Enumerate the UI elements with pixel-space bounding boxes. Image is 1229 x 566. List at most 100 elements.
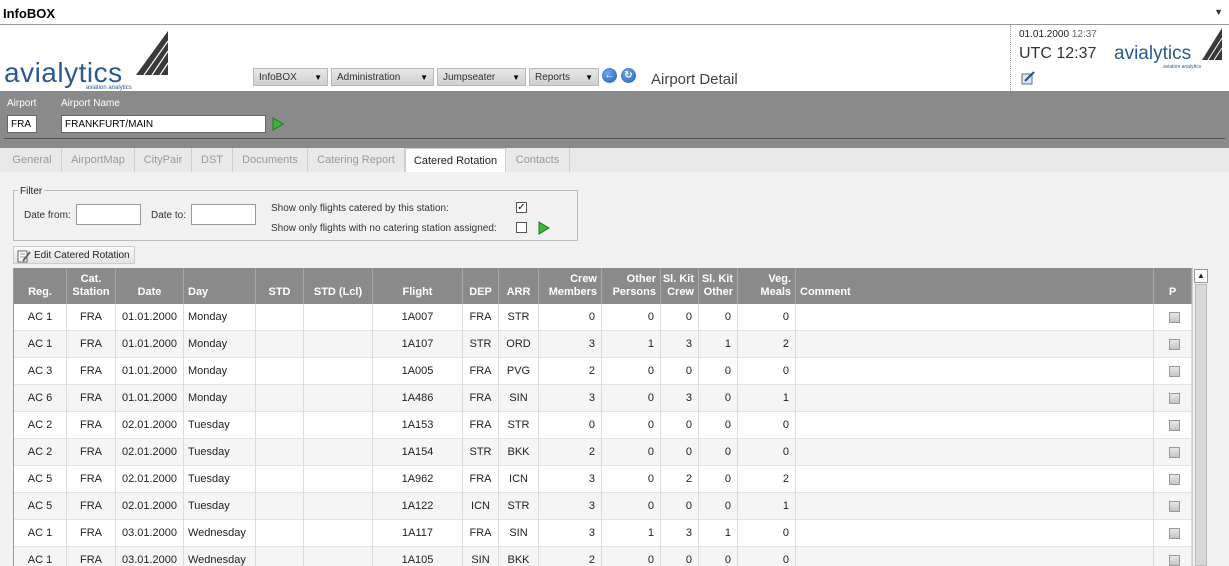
tab-catered-rotation[interactable]: Catered Rotation [405,148,506,172]
tab-dst[interactable]: DST [192,148,233,172]
table-row[interactable]: AC 5 FRA 02.01.2000 Tuesday 1A962 FRA ICN 3 0 2 0 2 [14,466,1192,493]
header-col-sl-kit-crew[interactable]: Sl. Kit Crew [661,268,699,304]
back-icon[interactable]: ← [602,68,617,83]
no-station-checkbox[interactable] [516,222,527,233]
header-col-comment[interactable]: Comment [796,268,1154,304]
tab-general[interactable]: General [3,148,62,172]
menu-reports[interactable]: Reports ▼ [529,68,599,86]
airport-name-input[interactable] [61,115,266,133]
edit-catered-rotation-button[interactable]: Edit Catered Rotation [13,246,135,264]
header-col-p[interactable]: P [1154,268,1192,304]
table-row[interactable]: AC 1 FRA 03.01.2000 Wednesday 1A105 SIN BKK 2 0 0… [14,547,1192,566]
cell-flight: 1A007 [373,304,463,331]
cell-crew-members: 2 [539,439,602,466]
table-row[interactable]: AC 2 FRA 02.01.2000 Tuesday 1A153 FRA STR 0 0 0 0 0 [14,412,1192,439]
menu-infobox[interactable]: InfoBOX ▼ [253,68,328,86]
cell-std [256,385,304,412]
p-checkbox[interactable] [1169,447,1180,458]
chevron-down-icon: ▼ [512,73,520,82]
header-col-arr[interactable]: ARR [499,268,539,304]
date-from-label: Date from: [24,210,71,221]
cell-reg: AC 1 [14,331,67,358]
tab-bar: General AirportMap CityPair DST Document… [0,148,1229,172]
scroll-thumb[interactable] [1195,284,1207,566]
p-checkbox[interactable] [1169,555,1180,566]
header-col-reg[interactable]: Reg. [14,268,67,304]
cell-dep: FRA [463,385,499,412]
table-row[interactable]: AC 1 FRA 01.01.2000 Monday 1A107 STR ORD 3 1 3 1 2 [14,331,1192,358]
cell-day: Wednesday [184,520,256,547]
header-col-day[interactable]: Day [184,268,256,304]
airport-code-input[interactable] [7,115,37,133]
header-col-cat-station[interactable]: Cat. Station [67,268,116,304]
p-checkbox[interactable] [1169,528,1180,539]
header-col-std[interactable]: STD [256,268,304,304]
only-catered-checkbox[interactable]: ✓ [516,202,527,213]
menu-jumpseater[interactable]: Jumpseater ▼ [437,68,526,86]
table-row[interactable]: AC 5 FRA 02.01.2000 Tuesday 1A122 ICN STR 3 0 0 0 1 [14,493,1192,520]
tab-citypair[interactable]: CityPair [135,148,192,172]
p-checkbox[interactable] [1169,393,1180,404]
cell-crew-members: 3 [539,385,602,412]
header-col-flight[interactable]: Flight [373,268,463,304]
tab-airportmap[interactable]: AirportMap [62,148,135,172]
cell-dep: SIN [463,547,499,566]
date-to-input[interactable] [191,204,256,225]
cell-std [256,493,304,520]
cell-std [256,520,304,547]
cell-veg-meals: 1 [738,493,796,520]
vertical-scrollbar[interactable]: ▲ [1192,268,1208,566]
no-station-label: Show only flights with no catering stati… [271,223,497,234]
header-col-date[interactable]: Date [116,268,184,304]
table-row[interactable]: AC 1 FRA 01.01.2000 Monday 1A007 FRA STR 0 0 0 0 0 [14,304,1192,331]
tab-documents[interactable]: Documents [233,148,308,172]
table-row[interactable]: AC 1 FRA 03.01.2000 Wednesday 1A117 FRA SIN 3 1 3… [14,520,1192,547]
divider [4,138,1225,139]
window-menu-chevron-icon[interactable]: ▼ [1214,7,1223,17]
cell-std [256,304,304,331]
cell-cat-station: FRA [67,304,116,331]
header-col-veg-meals[interactable]: Veg. Meals [738,268,796,304]
edit-icon[interactable] [1021,71,1035,85]
cell-std [256,331,304,358]
p-checkbox[interactable] [1169,501,1180,512]
tab-contacts[interactable]: Contacts [506,148,570,172]
p-checkbox[interactable] [1169,312,1180,323]
p-checkbox[interactable] [1169,366,1180,377]
cell-reg: AC 5 [14,493,67,520]
cell-std [256,412,304,439]
table-row[interactable]: AC 3 FRA 01.01.2000 Monday 1A005 FRA PVG 2 0 0 0 0 [14,358,1192,385]
menu-administration[interactable]: Administration ▼ [331,68,434,86]
date-from-input[interactable] [76,204,141,225]
cell-sl-kit-other: 0 [699,466,738,493]
cell-std-lcl [304,493,373,520]
tab-content: Filter Date from: Date to: Show only fli… [0,172,1229,566]
cell-sl-kit-crew: 3 [661,385,699,412]
logo-wing-icon [136,31,169,75]
header-col-crew-members[interactable]: Crew Members [539,268,602,304]
cell-cat-station: FRA [67,466,116,493]
apply-filter-play-icon[interactable] [538,221,550,235]
avialytics-logo[interactable]: avialytics aviation analytics [4,29,242,91]
header-col-other-persons[interactable]: Other Persons [602,268,661,304]
tab-catering-report[interactable]: Catering Report [308,148,405,172]
cell-flight: 1A005 [373,358,463,385]
table-row[interactable]: AC 6 FRA 01.01.2000 Monday 1A486 FRA SIN 3 0 3 0 1 [14,385,1192,412]
cell-comment [796,412,1154,439]
p-checkbox[interactable] [1169,474,1180,485]
table-row[interactable]: AC 2 FRA 02.01.2000 Tuesday 1A154 STR BKK 2 0 0 0 0 [14,439,1192,466]
cell-crew-members: 3 [539,466,602,493]
cell-std [256,547,304,566]
header-col-std-lcl[interactable]: STD (Lcl) [304,268,373,304]
cell-date: 01.01.2000 [116,385,184,412]
refresh-icon[interactable]: ↻ [621,68,636,83]
p-checkbox[interactable] [1169,339,1180,350]
cell-veg-meals: 0 [738,439,796,466]
header-col-sl-kit-other[interactable]: Sl. Kit Other [699,268,738,304]
cell-p [1154,439,1192,466]
cell-flight: 1A122 [373,493,463,520]
go-play-icon[interactable] [272,117,284,131]
p-checkbox[interactable] [1169,420,1180,431]
header-col-dep[interactable]: DEP [463,268,499,304]
scroll-up-icon[interactable]: ▲ [1194,269,1208,283]
